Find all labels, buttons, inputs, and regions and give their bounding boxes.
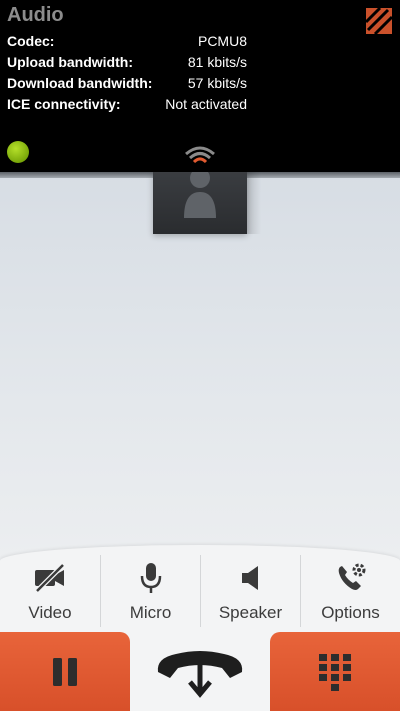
stat-value: 81 kbits/s — [187, 54, 247, 70]
pause-button[interactable] — [0, 632, 130, 711]
stat-row-upload: Upload bandwidth: 81 kbits/s — [0, 54, 400, 74]
speaker-label: Speaker — [218, 603, 283, 622]
stat-label: Codec: — [7, 33, 55, 49]
dialpad-button[interactable] — [270, 632, 400, 711]
call-stats-panel: Audio Codec: PCMU8 Upload bandwidth: 81 … — [0, 0, 400, 172]
options-label: Options — [321, 603, 380, 622]
stat-label: Download bandwidth: — [7, 75, 153, 91]
stat-row-ice: ICE connectivity: Not activated — [0, 96, 400, 116]
speaker-icon — [242, 566, 258, 590]
signal-strength-icon — [180, 140, 220, 164]
speaker-button[interactable]: Speaker — [200, 555, 300, 627]
call-screen: Audio Codec: PCMU8 Upload bandwidth: 81 … — [0, 0, 400, 711]
stat-value: Not activated — [165, 96, 247, 112]
phone-settings-icon — [338, 563, 366, 590]
micro-label: Micro — [129, 603, 172, 622]
dialpad-icon — [319, 653, 351, 691]
call-control-bar: Video Micro Speaker Options — [0, 545, 400, 629]
stat-value: PCMU8 — [197, 33, 247, 49]
stat-row-download: Download bandwidth: 57 kbits/s — [0, 75, 400, 95]
hang-up-icon — [157, 651, 243, 698]
micro-button[interactable]: Micro — [100, 555, 200, 627]
video-button[interactable]: Video — [0, 555, 100, 627]
call-action-bar — [0, 629, 400, 711]
microphone-icon — [140, 563, 162, 593]
call-area — [0, 168, 400, 562]
video-off-icon — [35, 563, 65, 593]
contact-avatar — [153, 168, 261, 234]
stat-label: Upload bandwidth: — [7, 54, 133, 70]
stat-label: ICE connectivity: — [7, 96, 121, 112]
video-label: Video — [28, 603, 72, 622]
hang-up-button[interactable] — [130, 629, 270, 711]
options-button[interactable]: Options — [300, 555, 400, 627]
pause-icon — [53, 657, 77, 686]
stat-row-codec: Codec: PCMU8 — [0, 33, 400, 53]
call-quality-dot — [7, 141, 29, 163]
contact-avatar-icon — [184, 168, 216, 218]
stat-value: 57 kbits/s — [187, 75, 247, 91]
stats-title: Audio — [7, 4, 64, 26]
stats-toggle-icon[interactable] — [364, 6, 394, 36]
